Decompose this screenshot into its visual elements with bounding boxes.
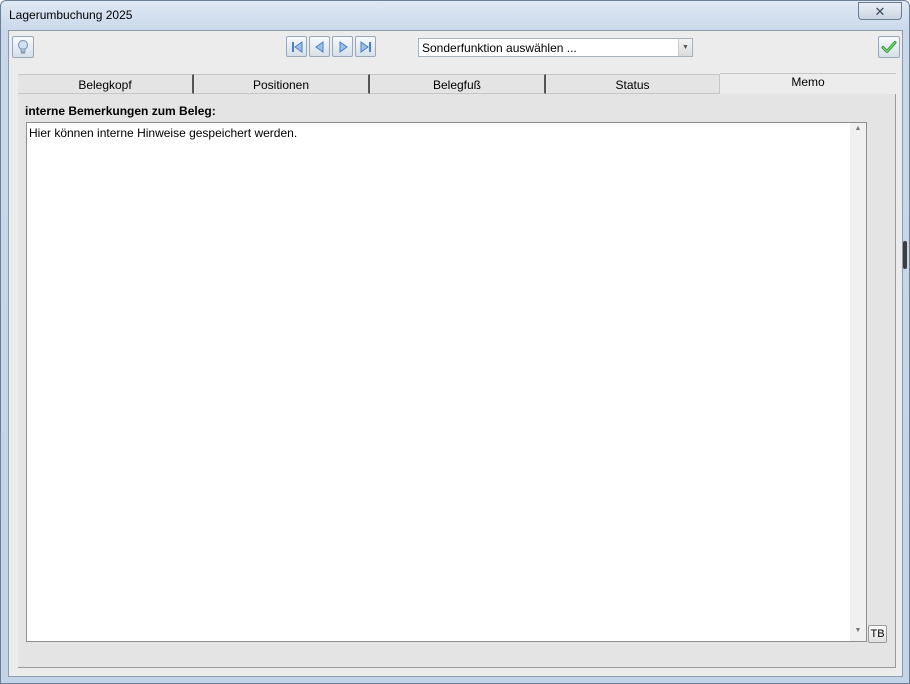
first-record-button[interactable] xyxy=(286,36,307,57)
window-title: Lagerumbuchung 2025 xyxy=(9,8,133,22)
vertical-scrollbar[interactable]: ▲ ▼ xyxy=(850,123,866,641)
window: Lagerumbuchung 2025 ✕ Sonderfunktion aus… xyxy=(0,0,910,684)
hint-button[interactable] xyxy=(12,36,34,58)
title-bar[interactable]: Lagerumbuchung 2025 ✕ xyxy=(1,1,909,30)
close-button[interactable]: ✕ xyxy=(858,2,902,20)
checkmark-icon xyxy=(881,41,897,53)
last-record-icon xyxy=(360,40,371,53)
close-icon: ✕ xyxy=(874,3,886,19)
previous-record-button[interactable] xyxy=(309,36,330,57)
tab-memo[interactable]: Memo xyxy=(720,73,896,94)
tab-positionen[interactable]: Positionen xyxy=(194,74,370,94)
next-record-icon xyxy=(339,40,348,53)
previous-record-icon xyxy=(314,40,323,53)
lightbulb-icon xyxy=(18,40,28,54)
toolbar: Sonderfunktion auswählen ... ▼ xyxy=(9,31,902,63)
chevron-down-icon[interactable]: ▼ xyxy=(678,39,692,56)
tab-belegfuss[interactable]: Belegfuß xyxy=(370,74,546,94)
memo-panel: interne Bemerkungen zum Beleg: Hier könn… xyxy=(18,94,896,668)
last-record-button[interactable] xyxy=(355,36,376,57)
memo-label: interne Bemerkungen zum Beleg: xyxy=(25,104,216,118)
tab-belegkopf[interactable]: Belegkopf xyxy=(18,74,194,94)
client-area: Sonderfunktion auswählen ... ▼ Belegkopf… xyxy=(8,30,903,677)
tab-status[interactable]: Status xyxy=(546,74,720,94)
resize-handle[interactable] xyxy=(903,241,907,269)
next-record-button[interactable] xyxy=(332,36,353,57)
tab-strip: Belegkopf Positionen Belegfuß Status Mem… xyxy=(18,73,896,94)
scroll-down-icon[interactable]: ▼ xyxy=(850,627,866,639)
first-record-icon xyxy=(291,40,302,53)
confirm-button[interactable] xyxy=(878,36,900,58)
special-function-select[interactable]: Sonderfunktion auswählen ... ▼ xyxy=(418,38,693,57)
memo-textarea[interactable]: Hier können interne Hinweise gespeichert… xyxy=(26,122,867,642)
scroll-up-icon[interactable]: ▲ xyxy=(850,125,866,137)
special-function-value: Sonderfunktion auswählen ... xyxy=(422,41,577,55)
memo-text: Hier können interne Hinweise gespeichert… xyxy=(29,126,298,140)
tb-button[interactable]: TB xyxy=(868,625,887,643)
